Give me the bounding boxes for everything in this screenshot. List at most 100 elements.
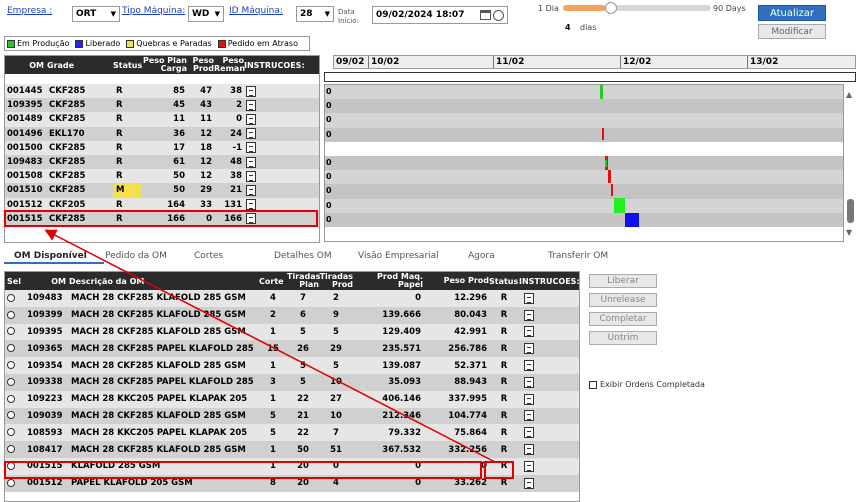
- row-select-radio[interactable]: [7, 478, 15, 487]
- col-status[interactable]: Status: [489, 272, 519, 290]
- col-peso-plan[interactable]: Peso Plan Carga: [141, 56, 187, 74]
- scroll-down-icon[interactable]: ▼: [846, 228, 852, 237]
- table-row[interactable]: 109399 MACH 28 CKF285 KLAFOLD 285 GSM 2 6 9 1…: [5, 306, 579, 324]
- col-peso-reman[interactable]: Peso Reman: [214, 56, 245, 74]
- row-select-radio[interactable]: [7, 293, 15, 302]
- row-select-radio[interactable]: [7, 428, 15, 437]
- document-icon[interactable]: [246, 113, 256, 125]
- col-instrucoes[interactable]: INSTRUCOES:: [244, 56, 319, 74]
- gantt-bar-producao[interactable]: [605, 160, 607, 167]
- table-row[interactable]: 001500 CKF285 R 17 18 -1: [5, 140, 319, 155]
- document-icon[interactable]: [524, 326, 534, 338]
- document-icon[interactable]: [246, 170, 256, 182]
- exibir-ordens-checkbox-row[interactable]: Exibir Ordens Completada: [589, 380, 705, 389]
- col-descricao[interactable]: Descrição da OM: [69, 272, 259, 290]
- document-icon[interactable]: [246, 85, 256, 97]
- scroll-up-icon[interactable]: ▲: [846, 90, 852, 99]
- tab-visao-empresarial[interactable]: Visão Empresarial: [358, 251, 439, 261]
- document-icon[interactable]: [524, 292, 534, 304]
- document-icon[interactable]: [524, 309, 534, 321]
- tab-om-disponivel[interactable]: OM Disponível: [14, 251, 87, 261]
- id-maquina-select[interactable]: 28 ▼: [296, 6, 334, 22]
- document-icon[interactable]: [524, 376, 534, 388]
- liberar-button[interactable]: Liberar: [589, 274, 657, 288]
- table-row[interactable]: 001445 CKF285 R 85 47 38: [5, 84, 319, 99]
- table-row[interactable]: 109039 MACH 28 CKF285 KLAFOLD 285 GSM 5 21 1…: [5, 407, 579, 425]
- document-icon[interactable]: [246, 184, 256, 196]
- document-icon[interactable]: [524, 410, 534, 422]
- table-row[interactable]: 109354 MACH 28 CKF285 KLAFOLD 285 GSM 1 5 5 1…: [5, 357, 579, 374]
- tipo-maquina-select[interactable]: WD ▼: [188, 6, 224, 22]
- row-select-radio[interactable]: [7, 344, 15, 353]
- empresa-select[interactable]: ORT ▼: [72, 6, 120, 22]
- exibir-ordens-checkbox[interactable]: [589, 380, 597, 389]
- document-icon[interactable]: [246, 199, 256, 211]
- row-select-radio[interactable]: [7, 310, 15, 319]
- row-select-radio[interactable]: [7, 411, 15, 420]
- gantt-bar-atraso[interactable]: [602, 128, 604, 140]
- data-inicio-field[interactable]: 09/02/2024 18:07: [372, 6, 508, 24]
- col-peso-prod[interactable]: Peso Prod: [187, 56, 214, 74]
- col-instrucoes[interactable]: INSTRUCOES:: [519, 272, 580, 290]
- col-prod-maq[interactable]: Prod Maq. Papel: [353, 272, 423, 290]
- table-row[interactable]: 108593 MACH 28 KKC205 PAPEL KLAPAK 205 5 22…: [5, 424, 579, 442]
- document-icon[interactable]: [524, 360, 534, 372]
- table-row[interactable]: 109395 MACH 28 CKF285 KLAFOLD 285 GSM 1 5 5 1…: [5, 323, 579, 341]
- table-row[interactable]: 109395 CKF285 R 45 43 2: [5, 98, 319, 113]
- table-row[interactable]: 001508 CKF285 R 50 12 38: [5, 169, 319, 184]
- range-slider[interactable]: [563, 2, 711, 14]
- gantt-bar-producao[interactable]: [614, 198, 625, 213]
- document-icon[interactable]: [524, 393, 534, 405]
- table-row[interactable]: 109483 CKF285 R 61 12 48: [5, 154, 319, 170]
- atualizar-button[interactable]: Atualizar: [758, 5, 826, 21]
- col-om[interactable]: OM: [5, 56, 47, 74]
- col-corte[interactable]: Corte: [259, 272, 287, 290]
- tab-agora[interactable]: Agora: [468, 251, 495, 261]
- gantt-bar-liberado[interactable]: [625, 213, 639, 227]
- document-icon[interactable]: [524, 477, 534, 489]
- completar-button[interactable]: Completar: [589, 312, 657, 326]
- gantt-bar-producao[interactable]: [600, 85, 603, 99]
- tab-cortes[interactable]: Cortes: [194, 251, 223, 261]
- row-select-radio[interactable]: [7, 445, 15, 454]
- document-icon[interactable]: [246, 128, 256, 140]
- col-tiradas-plan[interactable]: Tiradas Plan: [287, 272, 320, 290]
- table-row[interactable]: 001489 CKF285 R 11 11 0: [5, 112, 319, 127]
- document-icon[interactable]: [246, 156, 256, 168]
- row-select-radio[interactable]: [7, 327, 15, 336]
- calendar-icon[interactable]: [480, 9, 491, 20]
- row-select-radio[interactable]: [7, 394, 15, 403]
- gantt-bar-atraso[interactable]: [608, 170, 611, 183]
- tab-pedido-da-om[interactable]: Pedido da OM: [105, 251, 167, 261]
- row-select-radio[interactable]: [7, 361, 15, 370]
- document-icon[interactable]: [246, 142, 256, 154]
- untrim-button[interactable]: Untrim: [589, 331, 657, 345]
- document-icon[interactable]: [524, 444, 534, 456]
- table-row[interactable]: 109483 MACH 28 CKF285 KLAFOLD 285 GSM 4 7 2 0…: [5, 290, 579, 307]
- row-select-radio[interactable]: [7, 377, 15, 386]
- table-row[interactable]: 001510 CKF285 M 50 29 21: [5, 183, 319, 198]
- table-row[interactable]: 108417 MACH 28 CKF285 KLAFOLD 285 GSM 1 50 5…: [5, 441, 579, 458]
- document-icon[interactable]: [524, 460, 534, 472]
- col-grade[interactable]: Grade: [47, 56, 113, 74]
- document-icon[interactable]: [524, 427, 534, 439]
- range-slider-handle[interactable]: [604, 2, 617, 14]
- col-tiradas-prod[interactable]: Tiradas Prod: [319, 272, 353, 290]
- col-peso-prod[interactable]: Peso Prod: [423, 272, 489, 290]
- document-icon[interactable]: [246, 99, 256, 111]
- gantt-scrollbar[interactable]: ▲ ▼: [845, 84, 856, 242]
- gantt-bar-atraso[interactable]: [611, 184, 613, 196]
- table-row[interactable]: 109365 MACH 28 CKF285 PAPEL KLAFOLD 285 15…: [5, 340, 579, 358]
- tab-detalhes-om[interactable]: Detalhes OM: [274, 251, 332, 261]
- tab-transferir-om[interactable]: Transferir OM: [548, 251, 608, 261]
- document-icon[interactable]: [524, 343, 534, 355]
- clock-icon[interactable]: [493, 9, 504, 21]
- col-sel[interactable]: Sel: [5, 272, 25, 290]
- scrollbar-thumb[interactable]: [847, 199, 854, 223]
- table-row[interactable]: 001496 EKL170 R 36 12 24: [5, 126, 319, 141]
- col-om[interactable]: OM: [25, 272, 69, 290]
- unrelease-button[interactable]: Unrelease: [589, 293, 657, 307]
- col-status[interactable]: Status: [113, 56, 142, 74]
- table-row[interactable]: 109338 MACH 28 CKF285 PAPEL KLAFOLD 285 3 5…: [5, 373, 579, 391]
- modificar-button[interactable]: Modificar: [758, 24, 826, 39]
